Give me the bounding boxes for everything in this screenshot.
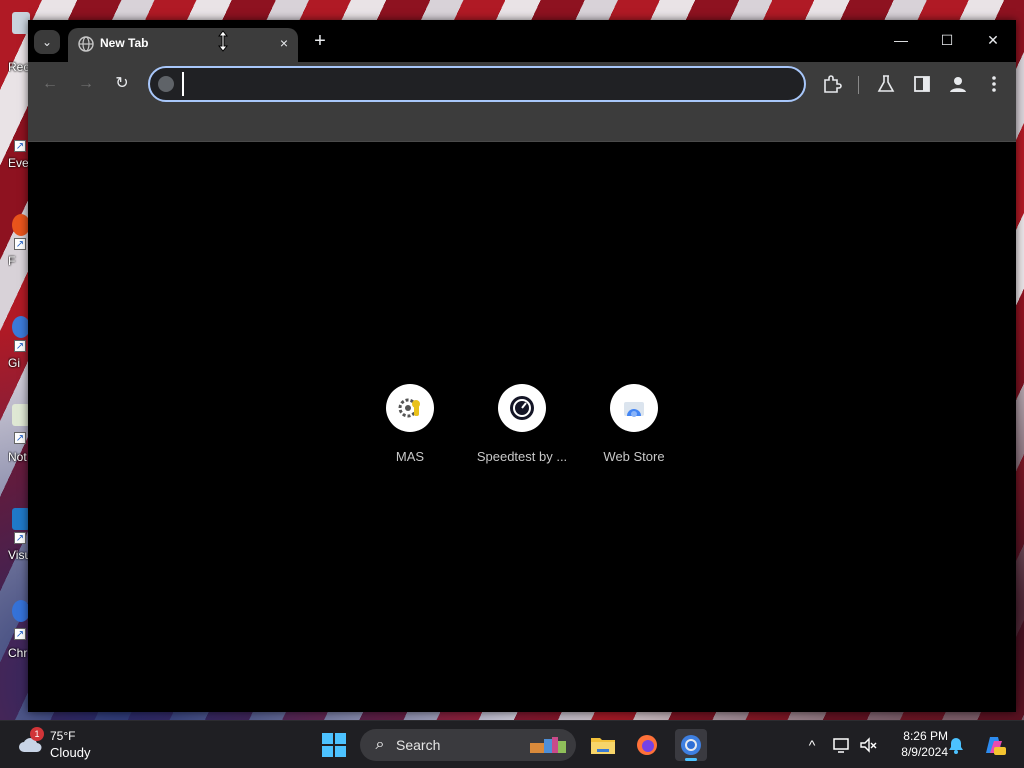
minimize-icon: — xyxy=(894,32,908,48)
forward-arrow-icon: → xyxy=(78,75,94,92)
shortcut-arrow-icon: ↗ xyxy=(14,628,26,640)
active-app-indicator xyxy=(685,758,697,761)
taskbar-chrome[interactable] xyxy=(675,729,707,761)
network-icon[interactable] xyxy=(832,735,852,755)
reload-icon: ↻ xyxy=(115,75,129,92)
chevron-up-icon: ^ xyxy=(808,737,816,753)
chevron-down-icon: ⌄ xyxy=(41,35,53,49)
notification-badge: 1 xyxy=(30,727,44,741)
more-menu-icon[interactable] xyxy=(982,72,1006,96)
desktop-icon-f[interactable]: ↗ F xyxy=(0,208,30,270)
search-highlight-icon xyxy=(530,737,566,753)
taskbar: 1 75°F Cloudy ⌕ Search ^ 8:26 PM 8/9/202… xyxy=(0,720,1024,768)
speedometer-icon xyxy=(510,396,534,420)
clock-date: 8/9/2024 xyxy=(901,745,948,759)
taskbar-file-explorer[interactable] xyxy=(587,729,619,761)
shortcut-arrow-icon: ↗ xyxy=(14,432,26,444)
shortcut-icon-circle xyxy=(610,384,658,432)
clock-time: 8:26 PM xyxy=(903,729,948,743)
address-input[interactable] xyxy=(182,72,782,96)
search-icon: ⌕ xyxy=(375,736,385,753)
shortcut-arrow-icon: ↗ xyxy=(14,238,26,250)
bookmarks-bar xyxy=(28,106,1016,142)
shortcut-icon-circle xyxy=(386,384,434,432)
shortcut-label: Web Store xyxy=(603,449,665,464)
close-window-button[interactable]: ✕ xyxy=(978,28,1008,52)
show-hidden-icons-button[interactable]: ^ xyxy=(802,733,822,757)
close-icon: ✕ xyxy=(987,32,999,48)
globe-icon xyxy=(78,36,94,52)
windows-start-icon[interactable] xyxy=(320,731,348,759)
browser-window: ⌄ New Tab × + — ☐ ✕ ← → ↻ MAS Speedtest … xyxy=(28,20,1016,712)
new-tab-button[interactable]: + xyxy=(308,30,332,54)
taskbar-firefox[interactable] xyxy=(631,729,663,761)
shortcut-arrow-icon: ↗ xyxy=(14,340,26,352)
web-store-icon xyxy=(624,402,644,417)
shortcut-arrow-icon: ↗ xyxy=(14,140,26,152)
gear-key-icon xyxy=(398,398,420,418)
weather-widget[interactable]: 1 75°F Cloudy xyxy=(18,727,98,763)
profile-icon[interactable] xyxy=(946,72,970,96)
tab-title: New Tab xyxy=(100,36,149,50)
notification-bell-icon[interactable] xyxy=(946,735,966,755)
plus-icon: + xyxy=(314,30,326,52)
shortcut-icon-circle xyxy=(498,384,546,432)
shortcut-tile-web-store[interactable]: Web Store xyxy=(578,384,690,484)
desktop-icon-notepad[interactable]: ↗ Not xyxy=(0,402,30,468)
tab-new-tab[interactable]: New Tab × xyxy=(68,28,298,62)
labs-flask-icon[interactable] xyxy=(874,72,898,96)
side-panel-icon[interactable] xyxy=(910,72,934,96)
desktop-icon-eve[interactable]: ↗ Eve xyxy=(0,110,30,172)
back-arrow-icon: ← xyxy=(42,75,58,92)
folder-icon xyxy=(591,738,615,754)
site-info-icon[interactable] xyxy=(158,76,174,92)
firefox-icon xyxy=(637,735,657,755)
maximize-button[interactable]: ☐ xyxy=(932,28,962,52)
volume-muted-icon[interactable] xyxy=(858,735,878,755)
desktop-icon-recycle-bin[interactable]: Rec xyxy=(0,8,30,76)
resize-cursor-icon xyxy=(218,30,228,52)
shortcut-label: MAS xyxy=(395,449,425,464)
back-button[interactable]: ← xyxy=(38,72,62,96)
new-tab-page: MAS Speedtest by ... Web Store xyxy=(28,142,1016,712)
title-bar[interactable]: ⌄ New Tab × + — ☐ ✕ xyxy=(28,20,1016,62)
close-tab-icon[interactable]: × xyxy=(274,33,294,53)
desktop-icon-gi[interactable]: ↗ Gi xyxy=(0,310,30,372)
shortcut-label: Speedtest by ... xyxy=(476,449,568,464)
toolbar-divider xyxy=(858,76,859,94)
browser-toolbar: ← → ↻ xyxy=(28,62,1016,106)
desktop-icon-chrome[interactable]: ↗ Chr xyxy=(0,598,30,664)
weather-condition: Cloudy xyxy=(50,745,91,760)
chrome-icon xyxy=(681,735,701,755)
address-bar[interactable] xyxy=(148,66,806,102)
tab-search-button[interactable]: ⌄ xyxy=(34,30,60,54)
weather-temperature: 75°F xyxy=(50,729,76,743)
shortcut-tile-mas[interactable]: MAS xyxy=(354,384,466,484)
system-clock[interactable]: 8:26 PM 8/9/2024 xyxy=(884,728,948,760)
shortcut-tile-speedtest[interactable]: Speedtest by ... xyxy=(466,384,578,484)
shortcut-arrow-icon: ↗ xyxy=(14,532,26,544)
forward-button[interactable]: → xyxy=(74,72,98,96)
desktop-icon-visual-studio-code[interactable]: ↗ Visu xyxy=(0,506,31,578)
reload-button[interactable]: ↻ xyxy=(110,72,134,96)
taskbar-search[interactable]: ⌕ Search xyxy=(360,729,576,761)
minimize-button[interactable]: — xyxy=(886,28,916,52)
maximize-icon: ☐ xyxy=(940,32,954,48)
extensions-icon[interactable] xyxy=(820,72,844,96)
copilot-icon[interactable] xyxy=(980,731,1008,759)
search-label: Search xyxy=(396,737,441,753)
